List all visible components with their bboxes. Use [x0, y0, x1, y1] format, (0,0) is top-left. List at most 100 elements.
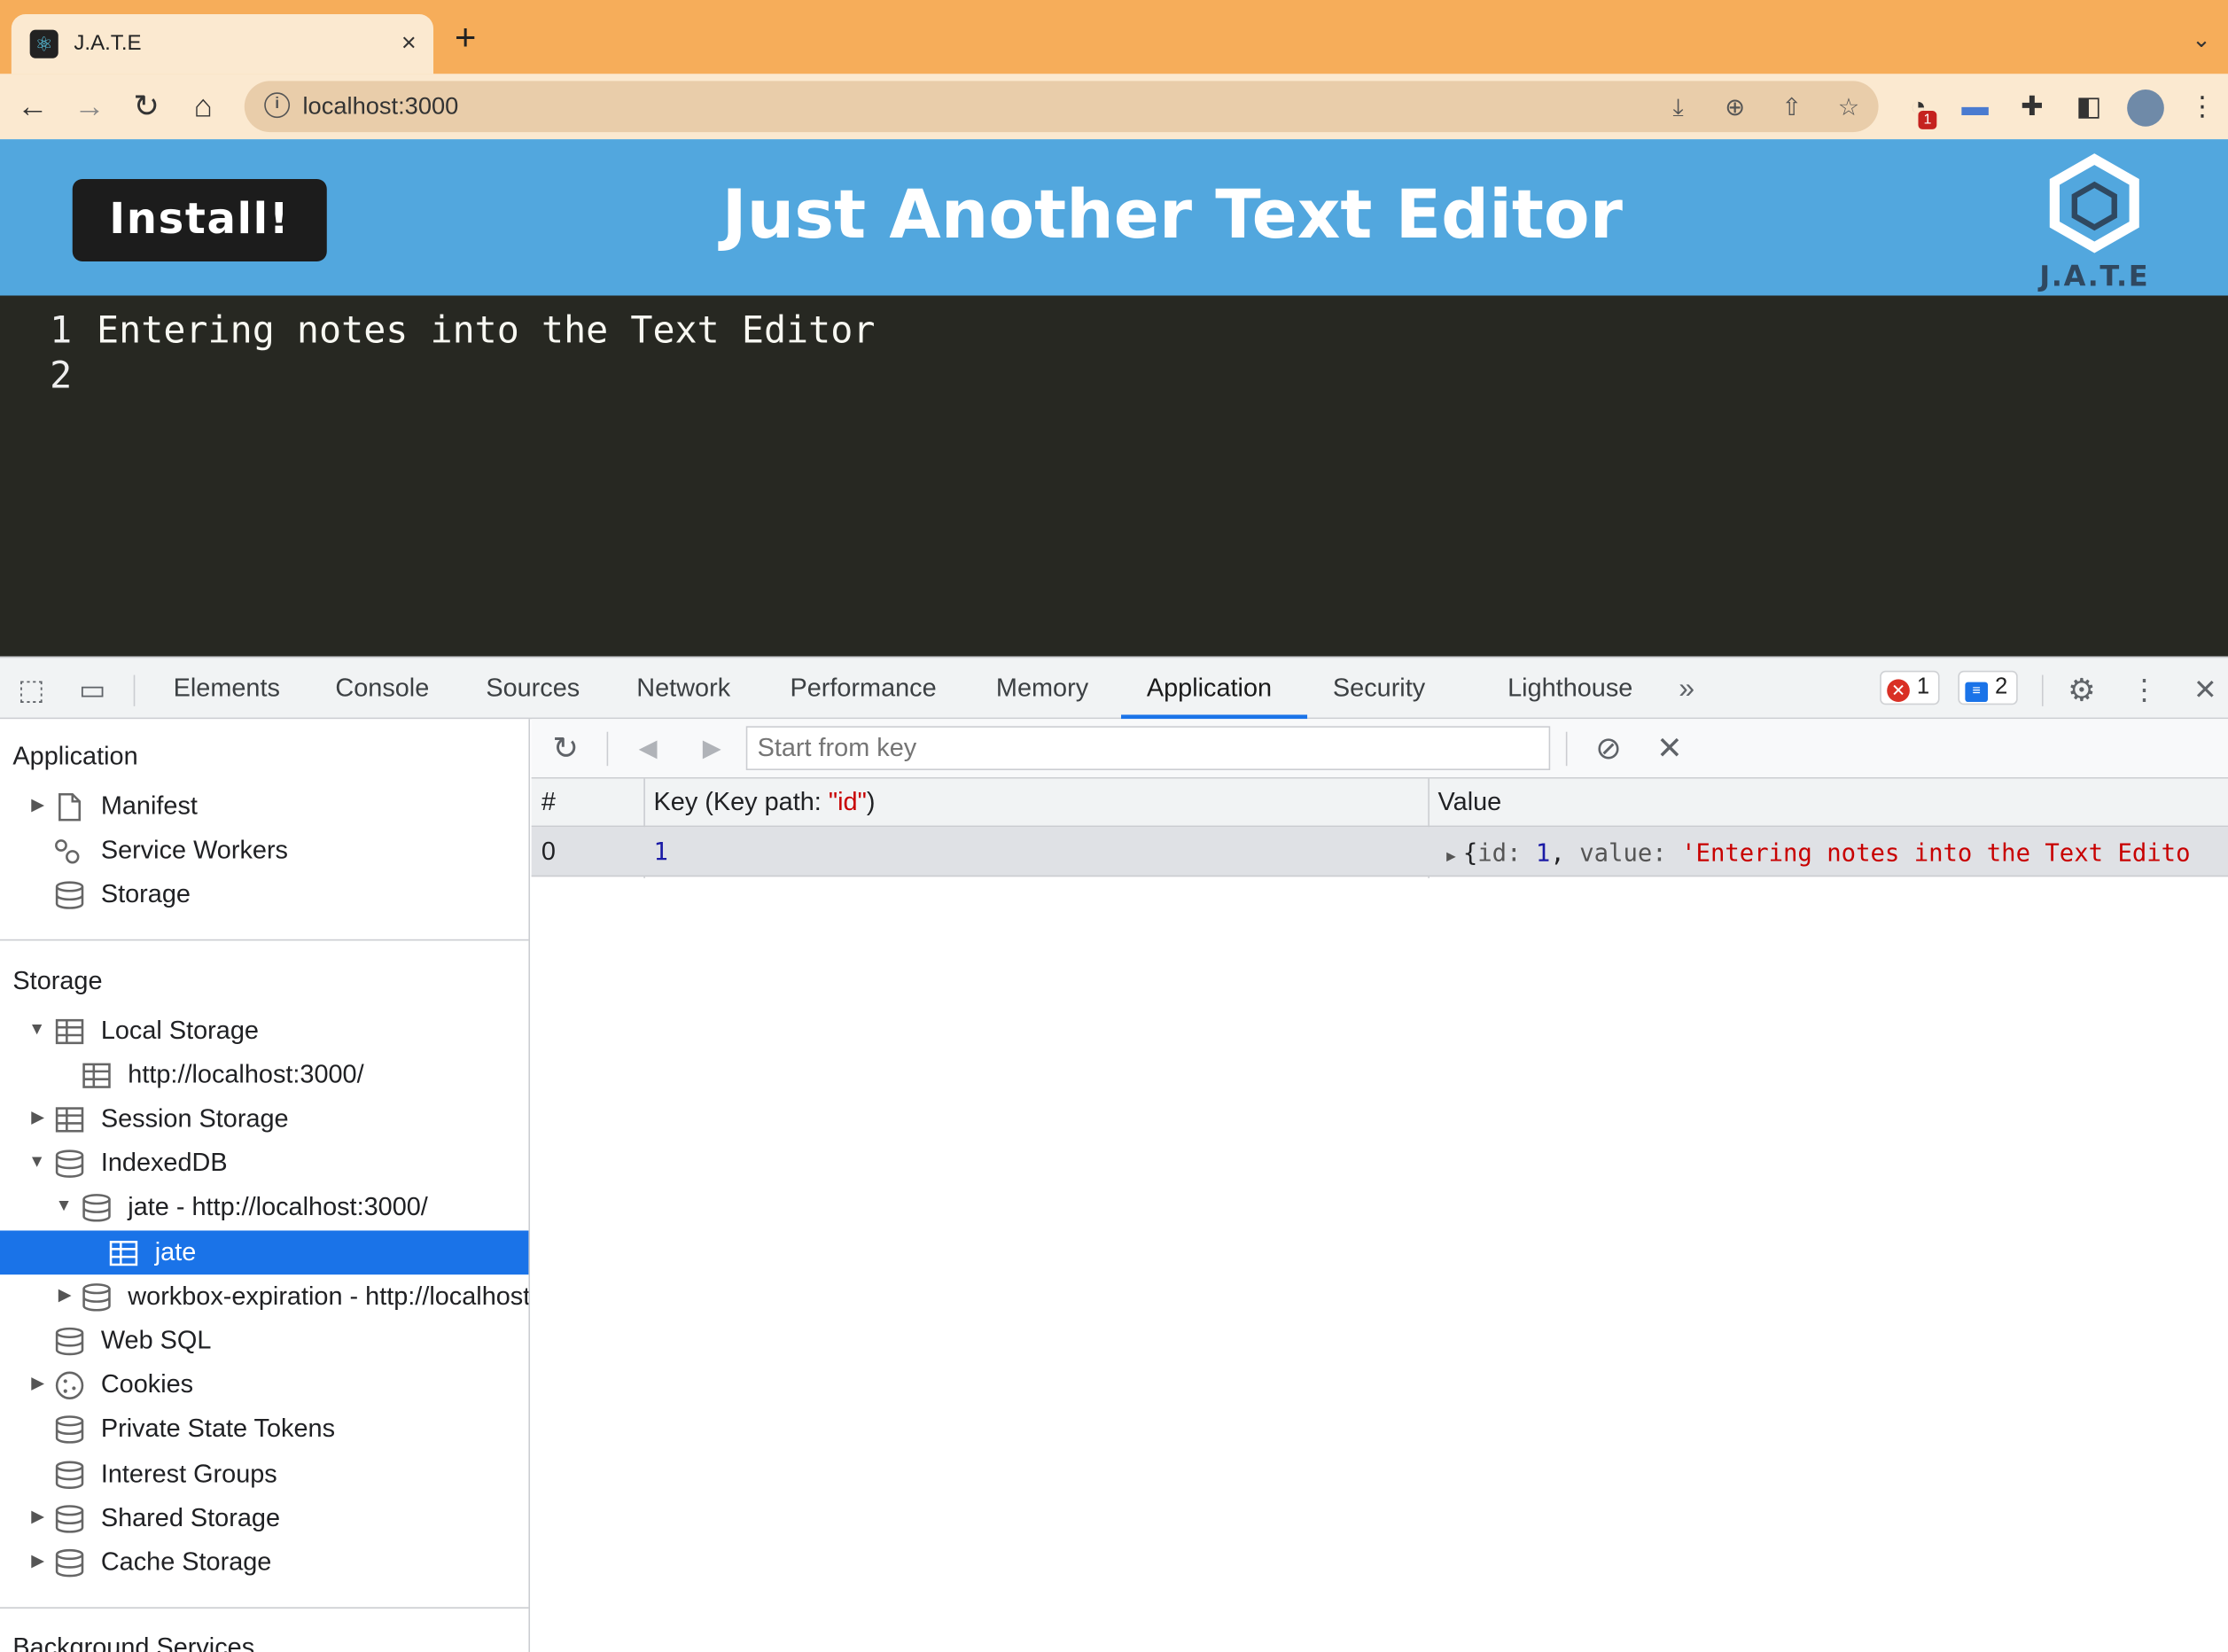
tab-search-chevron-icon[interactable]: ⌄ — [2192, 26, 2210, 54]
collapse-arrow-icon[interactable]: ▼ — [56, 1195, 73, 1214]
install-app-icon[interactable]: ⤓ — [1663, 92, 1694, 123]
sidebar-item-label: Interest Groups — [100, 1459, 277, 1488]
database-icon — [55, 1548, 84, 1578]
database-icon — [55, 1461, 84, 1489]
sidebar-item-label: Session Storage — [100, 1103, 289, 1133]
expand-arrow-icon[interactable]: ▶ — [31, 1507, 44, 1526]
address-bar[interactable]: i localhost:3000 ⤓ ⊕ ⇧ ☆ — [244, 81, 1879, 133]
device-toolbar-icon[interactable]: ▭ — [74, 672, 111, 709]
column-header-key[interactable]: Key (Key path: "id") — [654, 787, 876, 817]
column-header-value[interactable]: Value — [1438, 787, 1502, 817]
site-info-icon[interactable]: i — [264, 92, 291, 119]
sidebar-item-manifest[interactable]: ▶ Manifest — [0, 784, 528, 829]
expand-arrow-icon[interactable]: ▶ — [31, 1550, 44, 1570]
tab-application[interactable]: Application — [1147, 674, 1272, 704]
column-header-index[interactable]: # — [541, 787, 556, 817]
table-icon — [82, 1063, 111, 1088]
value-label: value: — [1579, 839, 1667, 869]
share-icon[interactable]: ⇧ — [1776, 92, 1807, 123]
database-icon — [55, 1505, 84, 1533]
sidebar-item-local-storage[interactable]: ▼ Local Storage — [0, 1009, 528, 1053]
sidebar-item-interest-groups[interactable]: Interest Groups — [0, 1453, 528, 1497]
clear-store-icon[interactable]: ⊘ — [1590, 730, 1627, 768]
bookmark-star-icon[interactable]: ☆ — [1833, 92, 1864, 123]
sidebar-item-shared-storage[interactable]: ▶ Shared Storage — [0, 1496, 528, 1540]
home-icon[interactable]: ⌂ — [184, 88, 222, 125]
tab-memory[interactable]: Memory — [996, 674, 1088, 704]
code-editor[interactable]: 1 Entering notes into the Text Editor 2 — [0, 295, 2228, 657]
sidebar-section-background-services: Background Services — [12, 1633, 255, 1652]
start-from-key-input[interactable] — [745, 726, 1551, 770]
message-count-badge[interactable]: ≡ 2 — [1958, 670, 2018, 705]
sidebar-section-application: Application — [12, 741, 138, 770]
sidebar-item-cache-storage[interactable]: ▶ Cache Storage — [0, 1540, 528, 1585]
sidebar-item-session-storage[interactable]: ▶ Session Storage — [0, 1097, 528, 1142]
sidebar-item-storage[interactable]: Storage — [0, 872, 528, 916]
refresh-icon[interactable]: ↻ — [547, 730, 584, 768]
sidebar-item-workbox-expiration[interactable]: ▶ workbox-expiration - http://localhost:… — [0, 1274, 531, 1319]
sidebar-item-jate-database[interactable]: ▼ jate - http://localhost:3000/ — [0, 1185, 528, 1229]
forward-arrow-icon[interactable]: → — [71, 88, 108, 125]
row-value[interactable]: ▶ {id: 1, value: 'Entering notes into the… — [1446, 840, 2190, 869]
extension-folder-icon[interactable]: ▬ — [1958, 91, 1991, 125]
logo-text: J.A.T.E — [2039, 258, 2150, 293]
collapse-arrow-icon[interactable]: ▼ — [28, 1151, 45, 1171]
tab-lighthouse[interactable]: Lighthouse — [1507, 674, 1632, 704]
expand-arrow-icon[interactable]: ▶ — [31, 794, 44, 814]
sidebar-item-cookies[interactable]: ▶ Cookies — [0, 1363, 528, 1407]
expand-arrow-icon[interactable]: ▶ — [31, 1107, 44, 1126]
tab-performance[interactable]: Performance — [790, 674, 936, 704]
tab-network[interactable]: Network — [636, 674, 730, 704]
next-page-icon[interactable]: ▶ — [693, 730, 730, 768]
tab-console[interactable]: Console — [335, 674, 429, 704]
line-text[interactable]: Entering notes into the Text Editor — [97, 310, 875, 353]
sidebar-item-jate-store[interactable]: jate — [0, 1230, 529, 1275]
reload-icon[interactable]: ↻ — [128, 88, 165, 125]
puzzle-extensions-icon[interactable]: ✚ — [2015, 91, 2049, 125]
delete-selected-icon[interactable]: ✕ — [1651, 730, 1688, 768]
sidebar-item-service-workers[interactable]: Service Workers — [0, 829, 528, 873]
sidebar-item-label: Cookies — [100, 1369, 194, 1399]
previous-page-icon[interactable]: ◀ — [629, 730, 666, 768]
expand-arrow-icon[interactable]: ▶ — [31, 1373, 44, 1392]
sidebar-item-private-state-tokens[interactable]: Private State Tokens — [0, 1407, 528, 1451]
file-icon — [58, 792, 82, 822]
table-icon — [55, 1107, 84, 1133]
divider — [133, 674, 136, 706]
tab-sources[interactable]: Sources — [486, 674, 580, 704]
hexagon-logo-icon — [2049, 153, 2139, 253]
expand-object-icon[interactable]: ▶ — [1446, 847, 1456, 866]
sidebar-item-web-sql[interactable]: Web SQL — [0, 1319, 528, 1363]
new-tab-button[interactable]: + — [455, 19, 476, 56]
browser-menu-icon[interactable]: ⋮ — [2185, 91, 2219, 125]
value-id-label: id: — [1477, 839, 1522, 869]
expand-arrow-icon[interactable]: ▶ — [58, 1284, 72, 1304]
close-devtools-icon[interactable]: ✕ — [2187, 672, 2224, 709]
back-arrow-icon[interactable]: ← — [14, 88, 51, 125]
extension-icon[interactable]: ◔ 1 — [1901, 91, 1937, 129]
url-text[interactable]: localhost:3000 — [303, 92, 459, 121]
sidebar-item-indexeddb[interactable]: ▼ IndexedDB — [0, 1141, 528, 1185]
database-icon — [82, 1194, 111, 1222]
table-row[interactable]: 0 1 ▶ {id: 1, value: 'Entering notes into… — [531, 827, 2228, 877]
sidebar-item-label: http://localhost:3000/ — [128, 1060, 364, 1089]
inspect-element-icon[interactable]: ⬚ — [12, 672, 50, 709]
value-id: 1 — [1535, 839, 1551, 869]
sidebar-item-local-storage-origin[interactable]: http://localhost:3000/ — [0, 1053, 528, 1097]
divider — [2041, 674, 2044, 706]
error-count: 1 — [1916, 674, 1930, 699]
profile-avatar[interactable] — [2127, 90, 2164, 127]
table-icon — [109, 1241, 138, 1266]
devtools-menu-icon[interactable]: ⋮ — [2126, 672, 2163, 709]
tab-close-button[interactable]: × — [401, 27, 417, 58]
more-tabs-icon[interactable]: » — [1668, 671, 1705, 708]
tab-security[interactable]: Security — [1333, 674, 1425, 704]
settings-gear-icon[interactable]: ⚙ — [2063, 672, 2100, 709]
side-panel-icon[interactable]: ◧ — [2072, 91, 2106, 125]
sidebar-item-label: workbox-expiration - http://localhost:30… — [128, 1282, 531, 1311]
browser-tab[interactable]: ⚛ J.A.T.E × — [11, 14, 434, 74]
collapse-arrow-icon[interactable]: ▼ — [28, 1019, 45, 1039]
zoom-icon[interactable]: ⊕ — [1719, 92, 1750, 123]
error-count-badge[interactable]: ✕ 1 — [1880, 670, 1940, 705]
tab-elements[interactable]: Elements — [174, 674, 280, 704]
